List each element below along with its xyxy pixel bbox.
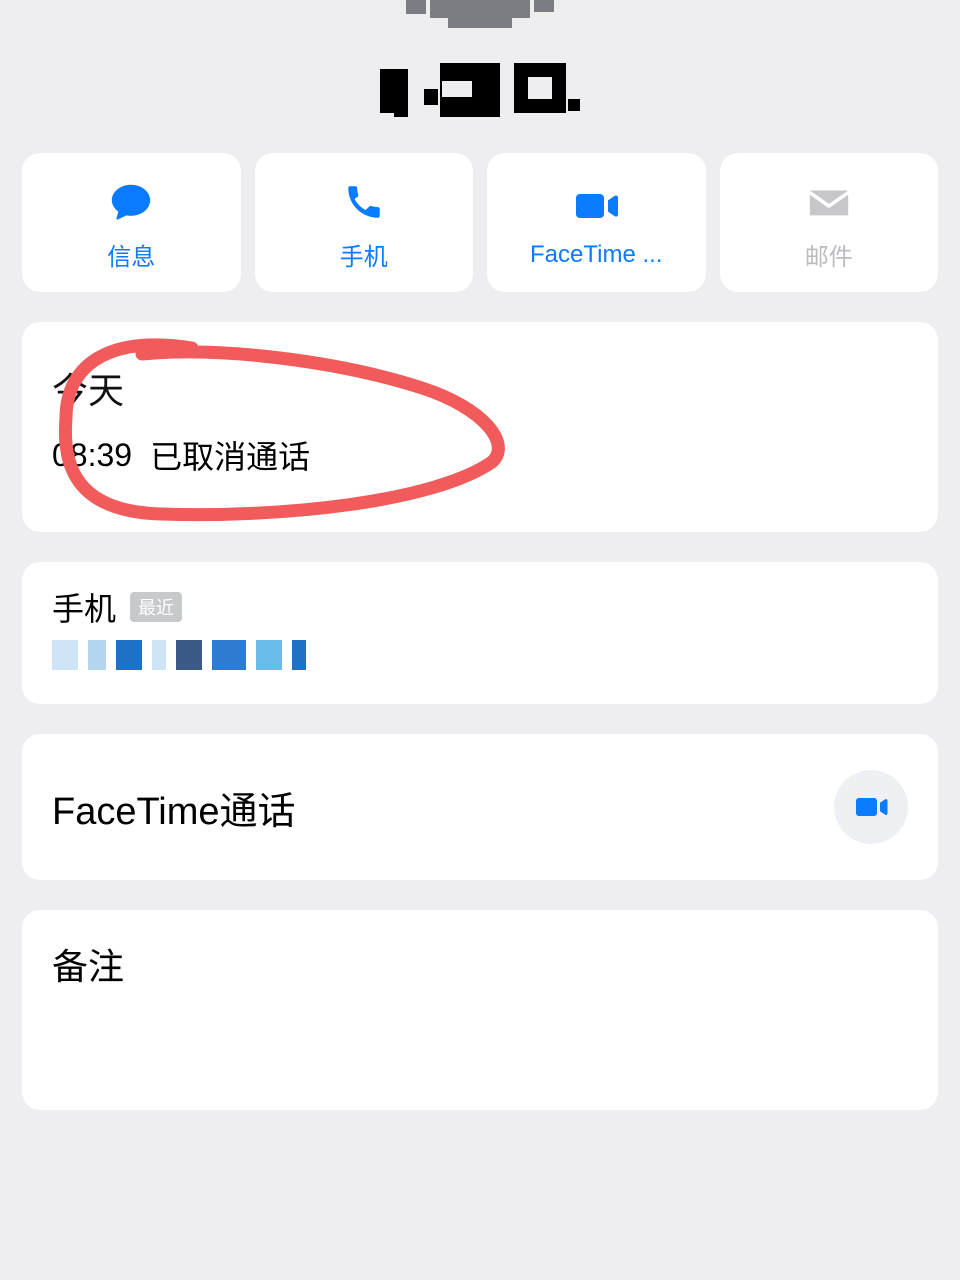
contact-avatar — [370, 0, 590, 35]
contact-name-redacted — [380, 63, 580, 123]
facetime-video-button[interactable] — [834, 770, 908, 844]
contact-header — [0, 0, 960, 123]
phone-icon — [339, 177, 389, 227]
video-icon — [853, 789, 889, 825]
facetime-label: FaceTime通话 — [52, 780, 296, 835]
facetime-button[interactable]: FaceTime ... — [487, 153, 706, 292]
action-label: 邮件 — [805, 237, 853, 272]
mail-button: 邮件 — [720, 153, 939, 292]
contact-actions-row: 信息 手机 FaceTime ... 邮件 — [0, 123, 960, 292]
call-log-entry: 08:39 已取消通话 — [52, 432, 908, 478]
action-label: 信息 — [107, 237, 155, 272]
call-log-card: 今天 08:39 已取消通话 — [22, 322, 938, 532]
call-button[interactable]: 手机 — [255, 153, 474, 292]
call-time: 08:39 — [52, 437, 132, 474]
call-status: 已取消通话 — [150, 432, 310, 478]
message-button[interactable]: 信息 — [22, 153, 241, 292]
call-log-day: 今天 — [52, 362, 908, 414]
action-label: FaceTime ... — [530, 241, 662, 269]
phone-type-label: 手机 — [52, 584, 116, 630]
facetime-card[interactable]: FaceTime通话 — [22, 734, 938, 880]
phone-number-redacted — [52, 640, 908, 670]
notes-card[interactable]: 备注 — [22, 910, 938, 1110]
notes-label: 备注 — [52, 938, 908, 990]
action-label: 手机 — [340, 237, 388, 272]
message-icon — [106, 177, 156, 227]
phone-type-row: 手机 最近 — [52, 584, 908, 630]
mail-icon — [804, 177, 854, 227]
recent-badge: 最近 — [130, 592, 182, 622]
video-icon — [571, 181, 621, 231]
phone-number-card[interactable]: 手机 最近 — [22, 562, 938, 704]
